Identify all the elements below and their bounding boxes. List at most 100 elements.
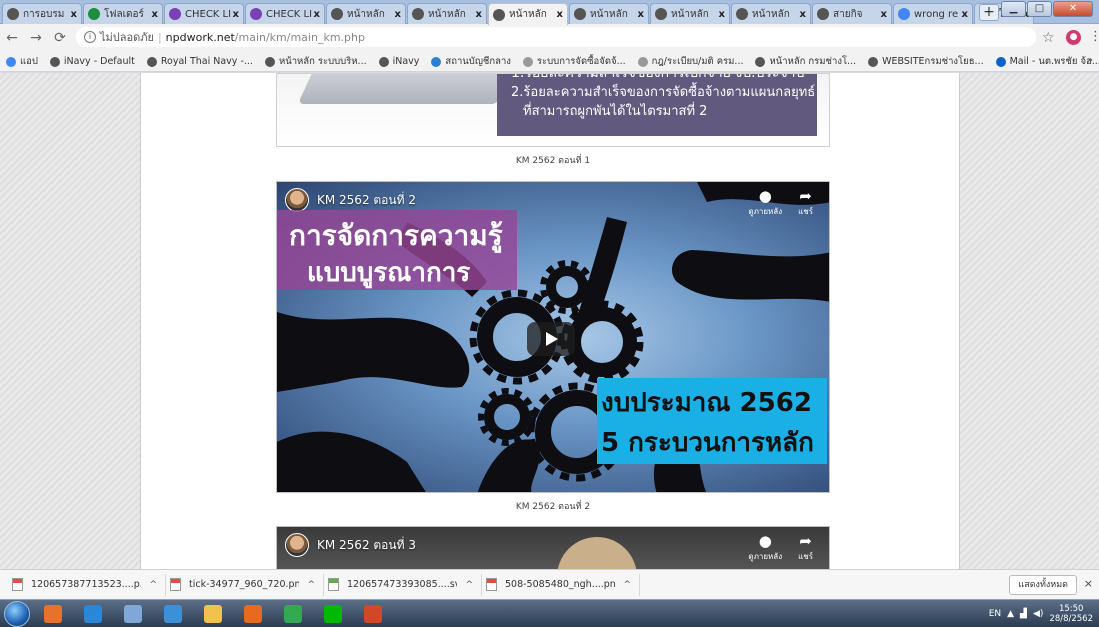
tab-title: สายกิจ — [833, 8, 863, 20]
explorer-window-icon[interactable] — [116, 602, 150, 626]
browser-tab[interactable]: หน้าหลัก x — [407, 3, 487, 24]
tab-close-icon[interactable]: x — [233, 9, 239, 20]
download-item[interactable]: 508-5085480_ngh....png ^ — [482, 573, 640, 596]
powerpoint-icon[interactable] — [356, 602, 390, 626]
download-item[interactable]: tick-34977_960_720.png ^ — [166, 573, 324, 596]
browser-tab[interactable]: สายกิจ x — [812, 3, 892, 24]
download-item[interactable]: 120657387713523....p... ^ — [8, 573, 166, 596]
watch-later-button[interactable]: ● ดูภายหลัง — [748, 188, 782, 218]
network-icon[interactable]: ▟ — [1020, 609, 1027, 619]
video-1-banner-line-2: 2.ร้อยละความสำเร็จของการจัดซื้อจ้างตามแผ… — [511, 85, 816, 100]
language-indicator[interactable]: EN — [989, 609, 1001, 619]
menu-kebab-icon[interactable]: ⋮ — [1089, 29, 1099, 44]
downloads-close-icon[interactable]: × — [1084, 577, 1093, 590]
address-bar[interactable]: i ไม่ปลอดภัย | npdwork.net /main/km/main… — [76, 27, 1036, 47]
line-icon[interactable] — [316, 602, 350, 626]
tab-close-icon[interactable]: x — [395, 9, 401, 20]
share-button[interactable]: ➦ แชร์ — [798, 188, 813, 218]
clock[interactable]: 15:50 28/8/2562 — [1049, 604, 1093, 624]
bookmark-item[interactable]: Mail - นต.พรชัย จ้อ... — [995, 54, 1099, 69]
video-1-thumbnail[interactable]: 1.ร้อยละความสำเร็จของการเบิกจ่าย งป.ประจ… — [276, 73, 830, 147]
tab-close-icon[interactable]: x — [152, 9, 158, 20]
minimize-button[interactable]: ▁ — [1001, 1, 1026, 17]
download-item[interactable]: 120657473393085....svg ^ — [324, 573, 482, 596]
taskbar-app-glyph — [324, 605, 342, 623]
browser-tab[interactable]: หน้าหลัก x — [731, 3, 811, 24]
bookmark-item[interactable]: หน้าหลัก ระบบบริห... — [264, 54, 367, 69]
video-3-title[interactable]: KM 2562 ตอนที่ 3 — [317, 536, 416, 555]
firefox-icon[interactable] — [236, 602, 270, 626]
video-2-player[interactable]: KM 2562 ตอนที่ 2 ● ดูภายหลัง ➦ แชร์ การจ… — [276, 181, 830, 493]
ie-icon[interactable] — [76, 602, 110, 626]
channel-avatar[interactable] — [285, 533, 309, 557]
info-icon[interactable]: i — [84, 31, 96, 43]
maximize-button[interactable]: □ — [1027, 1, 1052, 17]
bookmarks-overflow-icon[interactable]: » — [1087, 55, 1093, 66]
tab-close-icon[interactable]: x — [71, 9, 77, 20]
show-all-downloads-button[interactable]: แสดงทั้งหมด — [1009, 575, 1077, 595]
bookmark-favicon-icon — [522, 56, 533, 67]
tab-close-icon[interactable]: x — [881, 9, 887, 20]
bookmark-item[interactable]: WEBSITEกรมช่างโยธ... — [868, 54, 984, 69]
bookmark-item[interactable]: iNavy - Default — [49, 56, 135, 67]
volume-icon[interactable]: ◀) — [1033, 609, 1043, 619]
tab-title: CHECK LI — [185, 8, 231, 20]
bookmark-item[interactable]: Royal Thai Navy -... — [146, 56, 253, 67]
media-player-icon[interactable] — [36, 602, 70, 626]
browser-tab[interactable]: wrong re x — [893, 3, 973, 24]
play-button-icon[interactable] — [527, 322, 575, 356]
tab-close-icon[interactable]: x — [800, 9, 806, 20]
browser-tab[interactable]: การอบรม x — [2, 3, 82, 24]
browser-toolbar: ← → ⟳ i ไม่ปลอดภัย | npdwork.net /main/k… — [0, 24, 1099, 52]
video-3-player[interactable]: KM 2562 ตอนที่ 3 ● ดูภายหลัง ➦ แชร์ — [276, 526, 830, 569]
folder-icon[interactable] — [196, 602, 230, 626]
tab-close-icon[interactable]: x — [476, 9, 482, 20]
tab-close-icon[interactable]: x — [557, 9, 563, 20]
reload-icon[interactable]: ⟳ — [48, 30, 72, 46]
bookmark-item[interactable]: ระบบการจัดซื้อจัดจ้... — [522, 54, 626, 69]
browser-tab[interactable]: หน้าหลัก x — [488, 3, 568, 25]
download-menu-chevron-icon[interactable]: ^ — [307, 580, 315, 590]
chrome-icon[interactable] — [276, 602, 310, 626]
browser-tab[interactable]: โฟลเดอร์ x — [83, 3, 163, 24]
tab-close-icon[interactable]: x — [638, 9, 644, 20]
page-viewport[interactable]: 1.ร้อยละความสำเร็จของการเบิกจ่าย งป.ประจ… — [0, 73, 1099, 569]
browser-tab[interactable]: หน้าหลัก x — [650, 3, 730, 24]
bookmark-item[interactable]: iNavy — [378, 56, 419, 67]
share-button[interactable]: ➦ แชร์ — [798, 533, 813, 563]
browser-tab[interactable]: หน้าหลัก x — [326, 3, 406, 24]
share-label: แชร์ — [798, 552, 813, 561]
browser-tab[interactable]: CHECK LI x — [245, 3, 325, 24]
video-3-header: KM 2562 ตอนที่ 3 — [285, 533, 416, 557]
start-button[interactable] — [4, 601, 30, 627]
bookmark-item[interactable]: แอป — [6, 54, 38, 69]
watch-later-button[interactable]: ● ดูภายหลัง — [748, 533, 782, 563]
tab-close-icon[interactable]: x — [719, 9, 725, 20]
download-menu-chevron-icon[interactable]: ^ — [465, 580, 473, 590]
paint-icon[interactable] — [156, 602, 190, 626]
taskbar-app-glyph — [244, 605, 262, 623]
browser-tab[interactable]: CHECK LI x — [164, 3, 244, 24]
download-menu-chevron-icon[interactable]: ^ — [149, 580, 157, 590]
channel-avatar[interactable] — [285, 188, 309, 212]
forward-icon[interactable]: → — [24, 30, 48, 46]
bookmark-item[interactable]: หน้าหลัก กรมช่างโ... — [755, 54, 856, 69]
video-3-actions: ● ดูภายหลัง ➦ แชร์ — [748, 533, 813, 563]
bookmark-item[interactable]: กฎ/ระเบียบ/มติ ครม... — [637, 54, 743, 69]
tab-close-icon[interactable]: x — [962, 9, 968, 20]
close-window-button[interactable]: ✕ — [1053, 1, 1093, 17]
back-icon[interactable]: ← — [0, 30, 24, 46]
video-1-banner-line-1: 1.ร้อยละความสำเร็จของการเบิกจ่าย งป.ประจ… — [511, 73, 805, 81]
video-2-title[interactable]: KM 2562 ตอนที่ 2 — [317, 191, 416, 210]
tray-arrow-icon[interactable]: ▲ — [1007, 609, 1014, 619]
bookmark-item[interactable]: สถานบัญชีกลาง — [431, 54, 511, 69]
download-menu-chevron-icon[interactable]: ^ — [623, 580, 631, 590]
tab-close-icon[interactable]: x — [314, 9, 320, 20]
tab-title: โฟลเดอร์ — [104, 8, 144, 20]
watch-later-label: ดูภายหลัง — [748, 552, 783, 561]
new-tab-button[interactable]: + — [979, 4, 999, 21]
browser-tab[interactable]: หน้าหลัก x — [569, 3, 649, 24]
bookmark-label: ระบบการจัดซื้อจัดจ้... — [536, 56, 626, 67]
profile-avatar-icon[interactable]: ● — [1066, 30, 1081, 45]
bookmark-star-icon[interactable]: ☆ — [1042, 30, 1055, 46]
